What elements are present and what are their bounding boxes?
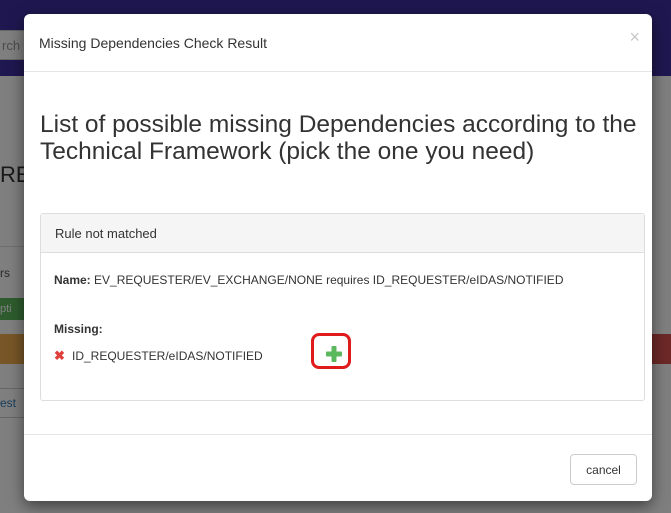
panel-body: Name: EV_REQUESTER/EV_EXCHANGE/NONE requ…	[54, 272, 634, 369]
rule-name: Name: EV_REQUESTER/EV_EXCHANGE/NONE requ…	[54, 272, 634, 288]
close-icon[interactable]: ×	[629, 27, 640, 48]
missing-item: ✖ ID_REQUESTER/eIDAS/NOTIFIED	[54, 346, 263, 366]
name-value: EV_REQUESTER/EV_EXCHANGE/NONE requires I…	[94, 273, 564, 287]
highlight-annotation	[311, 333, 351, 369]
rule-panel: Rule not matched	[40, 213, 645, 401]
x-icon: ✖	[54, 348, 65, 363]
modal-footer-divider	[24, 434, 652, 435]
name-label: Name:	[54, 273, 91, 287]
modal-heading: List of possible missing Dependencies ac…	[40, 111, 637, 165]
modal-header: Missing Dependencies Check Result ×	[24, 14, 652, 72]
missing-item-text: ID_REQUESTER/eIDAS/NOTIFIED	[72, 349, 263, 363]
panel-heading: Rule not matched	[41, 214, 644, 253]
missing-label: Missing:	[54, 322, 103, 336]
missing-dependencies-modal: Missing Dependencies Check Result × List…	[24, 14, 652, 501]
cancel-button[interactable]: cancel	[570, 454, 637, 485]
modal-title: Missing Dependencies Check Result	[39, 35, 267, 51]
